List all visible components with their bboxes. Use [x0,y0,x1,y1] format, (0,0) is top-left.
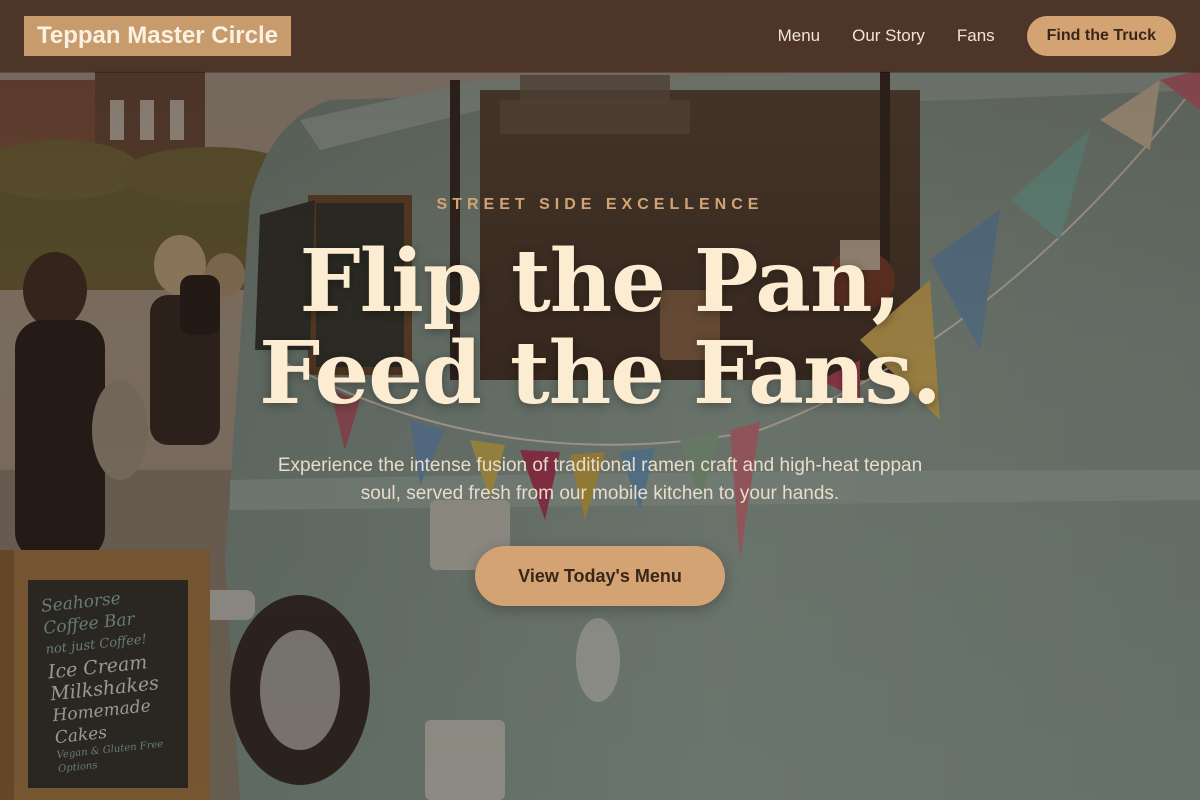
site-header: Teppan Master Circle Menu Our Story Fans… [0,0,1200,72]
main-nav: Menu Our Story Fans Find the Truck [778,16,1176,56]
nav-link-fans[interactable]: Fans [957,16,995,56]
view-menu-button[interactable]: View Today's Menu [475,546,725,606]
brand-logo[interactable]: Teppan Master Circle [24,16,291,56]
hero-section: STREET SIDE EXCELLENCE Flip the Pan, Fee… [0,72,1200,800]
find-the-truck-button[interactable]: Find the Truck [1026,16,1176,56]
hero-subtitle: Experience the intense fusion of traditi… [277,455,923,504]
hero-headline-line-2: Feed the Fans. [259,323,942,424]
hero-eyebrow: STREET SIDE EXCELLENCE [436,196,764,213]
nav-link-menu[interactable]: Menu [778,16,821,56]
hero-headline-line-1: Flip the Pan, [299,231,902,332]
nav-link-our-story[interactable]: Our Story [852,16,925,56]
hero-headline: Flip the Pan, Feed the Fans. [0,236,1200,420]
